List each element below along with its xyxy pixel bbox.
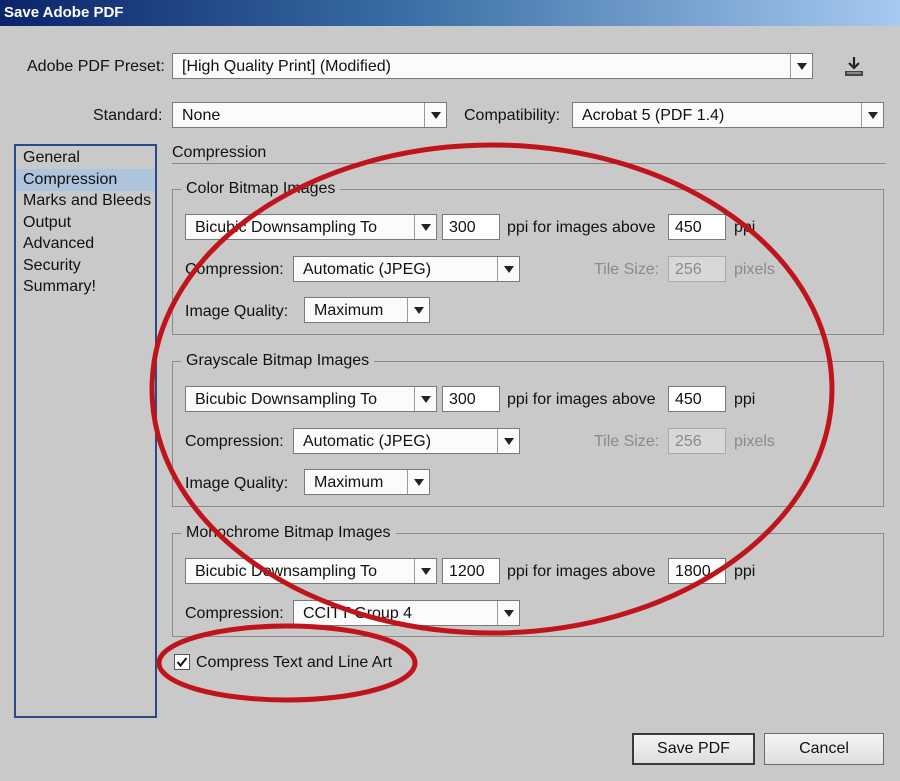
section-divider	[172, 163, 886, 164]
mono-sampling-value: Bicubic Downsampling To	[195, 563, 378, 580]
mono-ppi-value: 1200	[449, 563, 485, 580]
color-tile-input: 256	[668, 256, 726, 282]
sidebar-item-advanced[interactable]: Advanced	[16, 233, 155, 255]
sidebar-item-security[interactable]: Security	[16, 255, 155, 277]
compress-text-label[interactable]: Compress Text and Line Art	[196, 653, 392, 673]
save-pdf-button[interactable]: Save PDF	[632, 733, 755, 765]
grayscale-quality-value: Maximum	[314, 474, 384, 491]
compatibility-dropdown[interactable]: Acrobat 5 (PDF 1.4)	[572, 102, 884, 128]
color-quality-value: Maximum	[314, 302, 384, 319]
color-above-label: ppi for images above	[507, 219, 656, 236]
color-tile-unit: pixels	[734, 261, 775, 278]
color-tile-value: 256	[675, 261, 702, 278]
color-ppi-input[interactable]: 300	[442, 214, 500, 240]
save-preset-icon[interactable]	[840, 54, 868, 80]
mono-compression-value: CCITT Group 4	[303, 605, 413, 622]
grayscale-compression-value: Automatic (JPEG)	[303, 433, 432, 450]
color-above-input[interactable]: 450	[668, 214, 726, 240]
grayscale-ppi-value: 300	[449, 391, 476, 408]
color-above-value: 450	[675, 219, 702, 236]
sidebar-item-summary[interactable]: Summary!	[16, 276, 155, 298]
grayscale-group-title: Grayscale Bitmap Images	[181, 350, 375, 372]
grayscale-above-label: ppi for images above	[507, 391, 656, 408]
grayscale-ppi-input[interactable]: 300	[442, 386, 500, 412]
chevron-down-icon	[424, 103, 446, 127]
mono-sampling-dropdown[interactable]: Bicubic Downsampling To	[185, 558, 437, 584]
preset-label: Adobe PDF Preset:	[27, 58, 165, 75]
monochrome-group-title: Monochrome Bitmap Images	[181, 522, 396, 544]
standard-dropdown[interactable]: None	[172, 102, 447, 128]
color-sampling-value: Bicubic Downsampling To	[195, 219, 378, 236]
grayscale-tile-value: 256	[675, 433, 702, 450]
grayscale-tile-label: Tile Size:	[594, 433, 660, 450]
color-compression-label: Compression:	[185, 261, 284, 278]
chevron-down-icon	[497, 429, 519, 453]
mono-above-value: 1800	[675, 563, 711, 580]
sidebar-item-general[interactable]: General	[16, 147, 155, 169]
mono-above-input[interactable]: 1800	[668, 558, 726, 584]
chevron-down-icon	[414, 387, 436, 411]
checkmark-icon	[176, 657, 188, 668]
mono-ppi-input[interactable]: 1200	[442, 558, 500, 584]
color-ppi-unit: ppi	[734, 219, 756, 236]
grayscale-compression-dropdown[interactable]: Automatic (JPEG)	[293, 428, 520, 454]
compatibility-label: Compatibility:	[464, 107, 561, 124]
section-title: Compression	[172, 144, 267, 161]
mono-above-label: ppi for images above	[507, 563, 656, 580]
color-tile-label: Tile Size:	[594, 261, 660, 278]
color-compression-value: Automatic (JPEG)	[303, 261, 432, 278]
compatibility-value: Acrobat 5 (PDF 1.4)	[582, 107, 725, 124]
window-title: Save Adobe PDF	[0, 0, 900, 26]
color-quality-label: Image Quality:	[185, 303, 289, 320]
color-group-title: Color Bitmap Images	[181, 178, 341, 200]
chevron-down-icon	[414, 215, 436, 239]
standard-label: Standard:	[93, 107, 163, 124]
grayscale-tile-input: 256	[668, 428, 726, 454]
color-ppi-value: 300	[449, 219, 476, 236]
sidebar-item-output[interactable]: Output	[16, 212, 155, 234]
grayscale-ppi-unit: ppi	[734, 391, 756, 408]
standard-value: None	[182, 107, 221, 124]
preset-value: [High Quality Print] (Modified)	[182, 58, 391, 75]
color-quality-dropdown[interactable]: Maximum	[304, 297, 430, 323]
grayscale-sampling-dropdown[interactable]: Bicubic Downsampling To	[185, 386, 437, 412]
grayscale-above-value: 450	[675, 391, 702, 408]
chevron-down-icon	[790, 54, 812, 78]
color-compression-dropdown[interactable]: Automatic (JPEG)	[293, 256, 520, 282]
color-sampling-dropdown[interactable]: Bicubic Downsampling To	[185, 214, 437, 240]
sidebar-item-marks-and-bleeds[interactable]: Marks and Bleeds	[16, 190, 155, 212]
cancel-button[interactable]: Cancel	[764, 733, 884, 765]
save-pdf-dialog: Adobe PDF Preset: [High Quality Print] (…	[0, 26, 900, 781]
grayscale-above-input[interactable]: 450	[668, 386, 726, 412]
chevron-down-icon	[497, 601, 519, 625]
chevron-down-icon	[497, 257, 519, 281]
sidebar-nav: General Compression Marks and Bleeds Out…	[14, 144, 157, 718]
sidebar-item-compression[interactable]: Compression	[16, 169, 155, 191]
mono-compression-label: Compression:	[185, 605, 284, 622]
mono-compression-dropdown[interactable]: CCITT Group 4	[293, 600, 520, 626]
chevron-down-icon	[407, 470, 429, 494]
chevron-down-icon	[861, 103, 883, 127]
chevron-down-icon	[407, 298, 429, 322]
grayscale-quality-label: Image Quality:	[185, 475, 289, 492]
grayscale-tile-unit: pixels	[734, 433, 775, 450]
chevron-down-icon	[414, 559, 436, 583]
compress-text-checkbox[interactable]	[174, 654, 190, 670]
preset-dropdown[interactable]: [High Quality Print] (Modified)	[172, 53, 813, 79]
grayscale-quality-dropdown[interactable]: Maximum	[304, 469, 430, 495]
mono-ppi-unit: ppi	[734, 563, 756, 580]
grayscale-sampling-value: Bicubic Downsampling To	[195, 391, 378, 408]
grayscale-compression-label: Compression:	[185, 433, 284, 450]
